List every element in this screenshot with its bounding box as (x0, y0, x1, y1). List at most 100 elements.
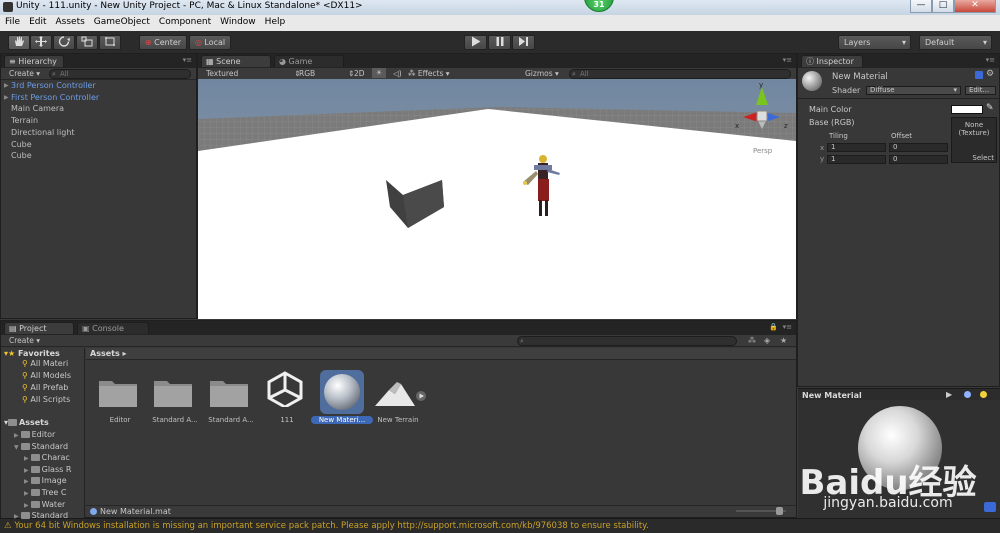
play-button[interactable] (464, 35, 487, 50)
render-mode-dropdown[interactable]: RGB ⇕ (299, 69, 354, 79)
close-button[interactable]: ✕ (954, 0, 996, 13)
pause-button[interactable] (488, 35, 511, 50)
hierarchy-item[interactable]: 3rd Person Controller (11, 81, 96, 90)
effects-dropdown[interactable]: ⁂ Effects ▾ (408, 69, 450, 79)
lock-icon[interactable]: 🔒 (769, 323, 778, 331)
chevron-right-icon[interactable]: ▶ (24, 490, 29, 497)
main-color-swatch[interactable] (951, 105, 983, 114)
tag-icon[interactable] (984, 502, 996, 512)
pivot-center-toggle[interactable]: ⊕ Center (139, 35, 187, 50)
chevron-down-icon[interactable]: ▼ (14, 444, 19, 451)
favorite-item[interactable]: ⚲ All Models (22, 371, 71, 380)
menu-component[interactable]: Component (154, 15, 215, 27)
hierarchy-item[interactable]: Cube (11, 140, 32, 149)
hierarchy-search-input[interactable]: All (49, 69, 191, 79)
filter-type-icon[interactable]: ⁂ (748, 336, 756, 345)
minimize-button[interactable]: — (910, 0, 932, 13)
tree-folder-item[interactable]: ▶ Image (24, 476, 67, 485)
pivot-rotation-toggle[interactable]: ◎ Local (189, 35, 231, 50)
shader-edit-button[interactable]: Edit... (965, 86, 996, 95)
panel-menu-icon[interactable]: ▾≡ (986, 56, 995, 64)
project-create-button[interactable]: Create ▾ (9, 336, 40, 346)
tiling-y-field[interactable]: 1 (827, 155, 886, 164)
scene-audio-toggle[interactable]: ◁) (393, 69, 402, 79)
favorite-star-icon[interactable]: ★ (780, 336, 787, 345)
book-help-icon[interactable] (975, 71, 983, 79)
rotate-tool-button[interactable] (53, 35, 75, 50)
notification-badge[interactable]: 31 (584, 0, 614, 12)
tree-folder-item[interactable]: ▶ Tree C (24, 488, 66, 497)
draw-mode-dropdown[interactable]: Textured ⇕ (206, 69, 301, 79)
panel-menu-icon[interactable]: ▾≡ (183, 56, 192, 64)
light-preview-icon[interactable] (980, 391, 987, 398)
offset-x-field[interactable]: 0 (889, 143, 948, 152)
gizmos-dropdown[interactable]: Gizmos ▾ (525, 69, 559, 79)
favorites-header[interactable]: ▾★ Favorites (4, 349, 60, 358)
scale-tool-button[interactable] (76, 35, 98, 50)
play-preview-icon[interactable]: ▶ (946, 390, 952, 399)
tab-inspector[interactable]: ⓘ Inspector (801, 55, 863, 67)
layers-dropdown[interactable]: Layers (838, 35, 911, 50)
step-button[interactable] (512, 35, 535, 50)
material-preview[interactable]: Baidu经验 jingyan.baidu.com (798, 400, 1000, 518)
hierarchy-item[interactable]: Terrain (11, 116, 38, 125)
hierarchy-item[interactable]: First Person Controller (11, 93, 99, 102)
asset-item[interactable]: Editor (93, 368, 147, 428)
texture-slot[interactable]: None (Texture) Select (951, 117, 997, 163)
tab-scene[interactable]: ▦ Scene (201, 55, 271, 67)
tree-folder-item[interactable]: ▶ Standard (14, 511, 68, 520)
eyedropper-icon[interactable]: ✎ (986, 103, 994, 113)
icon-size-slider-thumb[interactable] (776, 507, 783, 515)
assets-root[interactable]: ▾ Assets (4, 418, 49, 427)
menu-help[interactable]: Help (260, 15, 290, 27)
hand-tool-button[interactable] (8, 35, 30, 50)
tiling-x-field[interactable]: 1 (827, 143, 886, 152)
hierarchy-item[interactable]: Directional light (11, 128, 75, 137)
layout-dropdown[interactable]: Default (919, 35, 992, 50)
tab-project[interactable]: ▤ Project (4, 322, 74, 334)
scene-search-input[interactable]: All (569, 69, 791, 79)
maximize-button[interactable]: □ (932, 0, 954, 13)
favorite-item[interactable]: ⚲ All Materi (22, 359, 68, 368)
tab-game[interactable]: ◕ Game (274, 55, 344, 67)
hierarchy-create-button[interactable]: Create ▾ (9, 69, 40, 79)
offset-y-field[interactable]: 0 (889, 155, 948, 164)
projection-label[interactable]: Persp (753, 147, 773, 155)
gear-icon[interactable]: ⚙ (986, 69, 994, 79)
panel-menu-icon[interactable]: ▾≡ (783, 323, 792, 331)
shader-dropdown[interactable]: Diffuse ▾ (866, 86, 961, 95)
breadcrumb-assets[interactable]: Assets ▸ (90, 349, 127, 358)
favorite-item[interactable]: ⚲ All Scripts (22, 395, 70, 404)
chevron-right-icon[interactable]: ▶ (24, 502, 29, 509)
rect-tool-button[interactable] (99, 35, 121, 50)
menu-edit[interactable]: Edit (24, 15, 50, 27)
favorite-item[interactable]: ⚲ All Prefab (22, 383, 68, 392)
asset-item[interactable]: New Terrain (371, 368, 426, 428)
hierarchy-item[interactable]: Cube (11, 151, 32, 160)
scene-lighting-toggle[interactable]: ☀ (372, 68, 386, 78)
menu-assets[interactable]: Assets (51, 15, 89, 27)
chevron-right-icon[interactable]: ▶ (14, 513, 19, 520)
tree-folder-item[interactable]: ▶ Editor (14, 430, 55, 439)
chevron-right-icon[interactable]: ▶ (14, 432, 19, 439)
texture-select-button[interactable]: Select (972, 154, 994, 162)
panel-menu-icon[interactable]: ▾≡ (783, 56, 792, 64)
scene-viewport[interactable]: y x z Persp (198, 79, 796, 319)
asset-item[interactable]: New Materi... (311, 368, 373, 428)
expand-triangle-icon[interactable]: ▶ (4, 82, 9, 89)
project-search-input[interactable] (517, 336, 737, 346)
chevron-right-icon[interactable]: ▶ (24, 455, 29, 462)
tree-folder-item[interactable]: ▶ Glass R (24, 465, 71, 474)
asset-item[interactable]: Standard A... (204, 368, 258, 428)
hierarchy-item[interactable]: Main Camera (11, 104, 64, 113)
tree-folder-item[interactable]: ▶ Water (24, 500, 65, 509)
asset-item[interactable]: Standard A... (148, 368, 202, 428)
2d-toggle[interactable]: 2D (354, 69, 365, 79)
status-message[interactable]: Your 64 bit Windows installation is miss… (14, 521, 648, 531)
menu-gameobject[interactable]: GameObject (89, 15, 154, 27)
move-tool-button[interactable] (30, 35, 52, 50)
tab-console[interactable]: ▣ Console (77, 322, 149, 334)
asset-item[interactable]: 111 (260, 368, 314, 428)
chevron-right-icon[interactable]: ▶ (24, 478, 29, 485)
chevron-right-icon[interactable]: ▶ (24, 467, 29, 474)
